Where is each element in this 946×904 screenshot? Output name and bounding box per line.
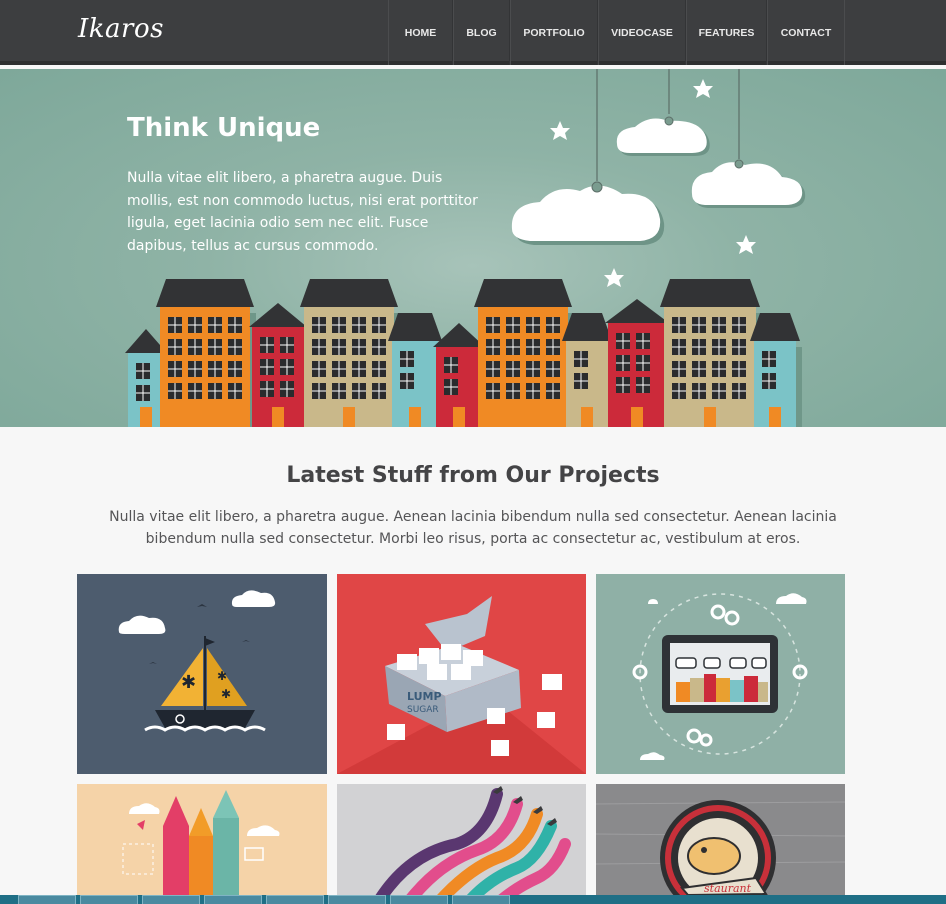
house-door <box>343 407 355 427</box>
nav-portfolio[interactable]: PORTFOLIO <box>510 0 598 65</box>
section-intro: Nulla vitae elit libero, a pharetra augu… <box>109 509 837 547</box>
taskbar-button[interactable] <box>142 895 200 904</box>
fish-badge-illustration: staurant <box>596 784 845 895</box>
project-tile-lump-sugar[interactable]: LUMP SUGAR <box>337 574 586 774</box>
main-menu: HOME BLOG PORTFOLIO VIDEOCASE FEATURES C… <box>388 0 845 65</box>
house-roof <box>605 299 669 323</box>
nav-videocase[interactable]: VIDEOCASE <box>598 0 686 65</box>
taskbar-button[interactable] <box>18 895 76 904</box>
svg-text:✱: ✱ <box>181 672 196 693</box>
sugar-box-illustration: LUMP SUGAR <box>337 574 586 774</box>
project-tile-fish-badge[interactable]: staurant <box>596 784 845 895</box>
house-door <box>631 407 643 427</box>
taskbar-button[interactable] <box>390 895 448 904</box>
hero-banner: Think Unique Nulla vitae elit libero, a … <box>0 69 946 427</box>
house-roof <box>433 323 485 347</box>
house-door <box>769 407 781 427</box>
sugar-box-label-1: LUMP <box>407 690 442 703</box>
house-door <box>140 407 152 427</box>
nav-blog[interactable]: BLOG <box>453 0 510 65</box>
house-door <box>199 407 211 427</box>
sugar-box-label-2: SUGAR <box>407 705 439 715</box>
taskbar-button[interactable] <box>80 895 138 904</box>
house-roof <box>156 279 254 307</box>
site-logo[interactable]: Ikaros <box>78 14 164 44</box>
taskbar-button[interactable] <box>266 895 324 904</box>
section-title: Latest Stuff from Our Projects <box>286 463 660 488</box>
svg-text:✱: ✱ <box>221 687 231 701</box>
sailboat-illustration: ✱ ✱ ✱ <box>77 574 327 774</box>
hero-title: Think Unique <box>127 113 321 143</box>
top-navbar: Ikaros HOME BLOG PORTFOLIO VIDEOCASE FEA… <box>0 0 946 65</box>
house-door <box>581 407 593 427</box>
house-door <box>409 407 421 427</box>
house-door <box>704 407 716 427</box>
house-roof <box>474 279 572 307</box>
pencils-illustration <box>77 784 327 895</box>
project-tile-airplanes[interactable] <box>337 784 586 895</box>
house-door <box>517 407 529 427</box>
house-door <box>272 407 284 427</box>
taskbar-button[interactable] <box>452 895 510 904</box>
taskbar-button[interactable] <box>328 895 386 904</box>
house-roof <box>660 279 760 307</box>
tablet-illustration <box>596 574 845 774</box>
nav-contact[interactable]: CONTACT <box>767 0 845 65</box>
house-roof <box>249 303 307 327</box>
airplanes-illustration <box>337 784 586 895</box>
os-taskbar <box>0 895 946 904</box>
project-tile-sailboat[interactable]: ✱ ✱ ✱ <box>77 574 327 774</box>
project-tile-pencils[interactable] <box>77 784 327 895</box>
nav-home[interactable]: HOME <box>388 0 453 65</box>
badge-ribbon-text: staurant <box>704 882 752 895</box>
project-tile-tablet-town[interactable] <box>596 574 845 774</box>
house-roof <box>300 279 398 307</box>
nav-features[interactable]: FEATURES <box>686 0 767 65</box>
hero-text: Nulla vitae elit libero, a pharetra augu… <box>127 170 478 254</box>
taskbar-button[interactable] <box>204 895 262 904</box>
town-skyline <box>125 279 802 427</box>
house-door <box>453 407 465 427</box>
svg-text:✱: ✱ <box>217 669 227 683</box>
